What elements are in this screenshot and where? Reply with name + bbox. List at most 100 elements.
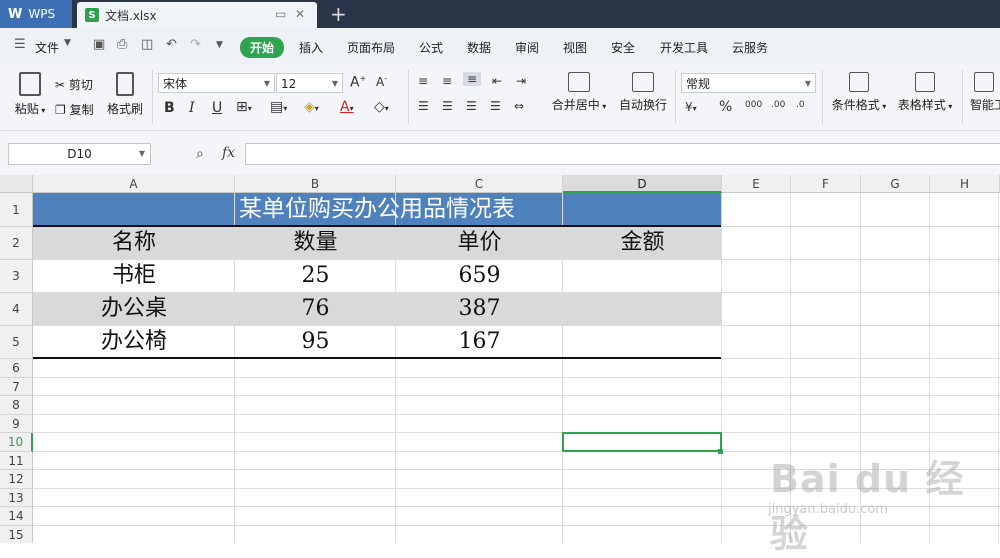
row-header-8[interactable]: 8 <box>0 396 33 415</box>
merge-center-button[interactable]: 合并居中 ▾ <box>548 72 610 113</box>
select-all-corner[interactable] <box>0 175 33 193</box>
table-cell[interactable]: 659 <box>396 259 563 292</box>
redo-icon[interactable]: ↷ <box>190 37 201 52</box>
menu-file[interactable]: 文件 <box>35 39 59 56</box>
hamburger-menu-icon[interactable]: ☰ <box>14 37 26 52</box>
column-header-d[interactable]: D <box>563 175 722 193</box>
row-header-7[interactable]: 7 <box>0 378 33 396</box>
header-cell-unit-price[interactable]: 单价 <box>396 226 563 259</box>
fill-handle[interactable] <box>718 449 723 454</box>
quick-access-more-icon[interactable]: ▼ <box>216 40 223 50</box>
header-cell-amount[interactable]: 金额 <box>563 226 722 259</box>
align-right-icon[interactable]: ☰ <box>466 99 477 113</box>
header-cell-name[interactable]: 名称 <box>33 226 235 259</box>
underline-button[interactable]: U <box>212 100 222 116</box>
menu-cloud[interactable]: 云服务 <box>732 39 768 56</box>
row-header-15[interactable]: 15 <box>0 526 33 543</box>
column-header-f[interactable]: F <box>791 175 861 193</box>
italic-button[interactable]: I <box>189 100 195 116</box>
close-tab-icon[interactable]: ✕ <box>295 7 305 21</box>
row-header-5[interactable]: 5 <box>0 326 33 359</box>
table-cell[interactable]: 办公桌 <box>33 292 235 325</box>
fill-style-icon[interactable]: ▤▾ <box>270 99 287 115</box>
menu-developer[interactable]: 开发工具 <box>660 39 708 56</box>
decrease-font-icon[interactable]: A- <box>376 74 387 89</box>
currency-icon[interactable]: ¥▾ <box>685 100 697 114</box>
active-cell-d10[interactable] <box>562 432 722 452</box>
column-header-b[interactable]: B <box>235 175 396 193</box>
align-top-icon[interactable]: ≡ <box>418 74 428 88</box>
increase-indent-icon[interactable]: ⇥ <box>516 74 526 88</box>
pin-window-icon[interactable]: ▭ <box>275 7 286 21</box>
menu-home[interactable]: 开始 <box>240 37 285 58</box>
row-header-14[interactable]: 14 <box>0 507 33 526</box>
column-header-a[interactable]: A <box>33 175 235 193</box>
format-painter-button[interactable]: 格式刷 <box>105 72 145 117</box>
menu-data[interactable]: 数据 <box>467 39 491 56</box>
align-center-icon[interactable]: ☰ <box>442 99 453 113</box>
table-cell[interactable]: 95 <box>235 325 396 358</box>
column-header-c[interactable]: C <box>396 175 563 193</box>
row-header-2[interactable]: 2 <box>0 227 33 260</box>
zoom-icon[interactable]: ⌕ <box>196 146 204 162</box>
conditional-format-button[interactable]: 条件格式 ▾ <box>830 72 888 113</box>
header-cell-quantity[interactable]: 数量 <box>235 226 396 259</box>
font-size-select[interactable]: 12 ▼ <box>276 73 343 93</box>
decrease-decimal-icon[interactable]: .0 <box>796 100 805 110</box>
align-middle-icon[interactable]: ≡ <box>442 74 452 88</box>
undo-icon[interactable]: ↶ <box>166 37 177 52</box>
function-icon[interactable]: fx <box>222 145 235 161</box>
row-header-9[interactable]: 9 <box>0 415 33 433</box>
copy-button[interactable]: ❐ 复制 <box>55 101 94 118</box>
align-left-icon[interactable]: ☰ <box>418 99 429 113</box>
table-cell[interactable]: 办公椅 <box>33 325 235 358</box>
table-style-button[interactable]: 表格样式 ▾ <box>896 72 954 113</box>
name-box[interactable]: D10 ▼ <box>8 143 151 165</box>
justify-icon[interactable]: ☰ <box>490 99 501 113</box>
row-header-4[interactable]: 4 <box>0 293 33 326</box>
table-title-cell[interactable]: 某单位购买办公用品情况表 <box>33 193 721 226</box>
increase-decimal-icon[interactable]: .00 <box>771 100 785 110</box>
number-format-select[interactable]: 常规 ▼ <box>681 73 816 93</box>
increase-font-icon[interactable]: A+ <box>350 74 366 91</box>
font-name-select[interactable]: 宋体 ▼ <box>158 73 275 93</box>
table-cell[interactable]: 167 <box>396 325 563 358</box>
chevron-down-icon[interactable]: ▼ <box>64 38 71 48</box>
decrease-indent-icon[interactable]: ⇤ <box>492 74 502 88</box>
eraser-icon[interactable]: ◇▾ <box>374 99 389 115</box>
bold-button[interactable]: B <box>164 100 175 116</box>
new-tab-button[interactable]: + <box>330 2 347 26</box>
row-header-3[interactable]: 3 <box>0 260 33 293</box>
table-cell[interactable]: 76 <box>235 292 396 325</box>
smart-tools-button[interactable]: 智能工 <box>970 72 1000 113</box>
column-header-e[interactable]: E <box>722 175 791 193</box>
row-header-6[interactable]: 6 <box>0 359 33 378</box>
document-tab[interactable]: S 文档.xlsx ▭ ✕ <box>77 2 317 28</box>
thousands-separator-icon[interactable]: 000 <box>745 100 762 110</box>
spreadsheet-grid[interactable]: A B C D E F G H 1 2 3 4 5 6 7 8 9 10 11 … <box>0 175 1000 543</box>
menu-insert[interactable]: 插入 <box>299 39 323 56</box>
distribute-icon[interactable]: ⇔ <box>514 99 524 113</box>
fill-color-icon[interactable]: ◈▾ <box>304 99 319 115</box>
wrap-text-button[interactable]: 自动换行 <box>617 72 669 113</box>
print-icon[interactable]: ⎙ <box>117 37 127 52</box>
column-header-h[interactable]: H <box>930 175 1000 193</box>
row-header-11[interactable]: 11 <box>0 452 33 470</box>
table-cell[interactable]: 25 <box>235 259 396 292</box>
menu-security[interactable]: 安全 <box>611 39 635 56</box>
row-header-12[interactable]: 12 <box>0 470 33 489</box>
table-cell[interactable]: 387 <box>396 292 563 325</box>
table-cell[interactable] <box>563 259 722 292</box>
border-icon[interactable]: ⊞▾ <box>236 99 252 115</box>
cut-button[interactable]: ✂ 剪切 <box>55 76 93 93</box>
menu-formula[interactable]: 公式 <box>419 39 443 56</box>
align-bottom-icon[interactable]: ≡ <box>463 72 482 86</box>
formula-input[interactable] <box>245 143 1000 165</box>
row-header-10[interactable]: 10 <box>0 433 33 452</box>
percent-button[interactable]: % <box>719 99 732 115</box>
menu-review[interactable]: 审阅 <box>515 39 539 56</box>
row-header-13[interactable]: 13 <box>0 489 33 507</box>
table-cell[interactable]: 书柜 <box>33 259 235 292</box>
wps-home-tab[interactable]: W WPS <box>0 0 72 28</box>
menu-page-layout[interactable]: 页面布局 <box>347 39 395 56</box>
